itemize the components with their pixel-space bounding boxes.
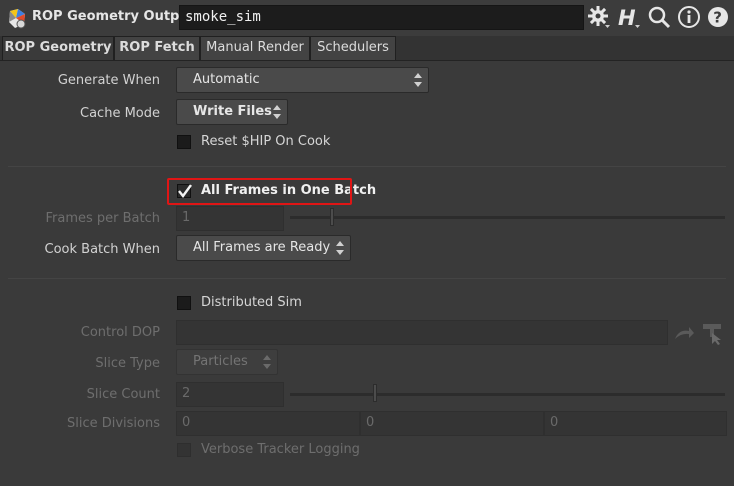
cache-mode-value: Write Files (193, 104, 272, 119)
menu-arrows-icon (336, 241, 344, 255)
info-icon[interactable] (677, 5, 701, 29)
section-divider (8, 166, 726, 167)
slice-type-label: Slice Type (95, 356, 160, 371)
menu-arrows-icon (414, 73, 422, 87)
section-divider (8, 278, 726, 279)
control-dop-field[interactable] (176, 320, 668, 345)
houdini-help-icon[interactable]: H (617, 5, 641, 29)
slice-divisions-y-field[interactable]: 0 (360, 411, 544, 436)
frames-per-batch-slider[interactable] (290, 216, 725, 219)
tab-rop-geometry[interactable]: ROP Geometry (2, 36, 114, 60)
tab-manual-render[interactable]: Manual Render (200, 36, 310, 60)
slice-divisions-x-field[interactable]: 0 (176, 411, 360, 436)
slider-handle[interactable] (330, 208, 334, 226)
slice-count-label: Slice Count (86, 387, 160, 402)
jump-to-node-icon[interactable] (673, 323, 695, 343)
verbose-logging-label: Verbose Tracker Logging (201, 442, 360, 457)
generate-when-label: Generate When (57, 73, 160, 88)
control-dop-label: Control DOP (80, 325, 160, 340)
slider-handle[interactable] (373, 384, 377, 402)
reset-hip-checkbox[interactable] (177, 135, 191, 149)
menu-arrows-icon (273, 105, 281, 119)
cook-batch-when-menu[interactable]: All Frames are Ready (176, 235, 351, 261)
cache-mode-label: Cache Mode (80, 106, 160, 121)
search-icon[interactable] (647, 5, 671, 29)
generate-when-menu[interactable]: Automatic (176, 67, 429, 93)
slice-count-slider[interactable] (290, 393, 725, 396)
tab-rop-fetch[interactable]: ROP Fetch (114, 36, 200, 60)
reset-hip-label: Reset $HIP On Cook (201, 134, 331, 149)
node-type-label: ROP Geometry Output (32, 9, 195, 24)
highlight-box (167, 178, 352, 205)
svg-text:?: ? (713, 9, 722, 27)
tab-schedulers[interactable]: Schedulers (310, 36, 396, 60)
help-icon[interactable]: ? (706, 5, 730, 29)
menu-arrows-icon (263, 355, 271, 369)
cook-batch-when-label: Cook Batch When (44, 242, 160, 257)
verbose-logging-checkbox[interactable] (177, 443, 191, 457)
svg-text:H: H (618, 6, 636, 29)
distributed-sim-checkbox[interactable] (177, 296, 191, 310)
generate-when-value: Automatic (193, 72, 260, 87)
slice-divisions-label: Slice Divisions (66, 416, 160, 431)
distributed-sim-label: Distributed Sim (201, 295, 302, 310)
gear-icon[interactable] (587, 5, 611, 29)
frames-per-batch-label: Frames per Batch (45, 211, 160, 226)
cook-batch-when-value: All Frames are Ready (193, 240, 331, 255)
slice-type-menu[interactable]: Particles (176, 349, 278, 375)
parameter-header: ROP Geometry Output smoke_sim H ? (0, 0, 734, 36)
slice-type-value: Particles (193, 354, 248, 369)
slice-count-field[interactable]: 2 (176, 382, 284, 407)
slice-divisions-z-field[interactable]: 0 (544, 411, 727, 436)
tab-bar: ROP Geometry ROP Fetch Manual Render Sch… (0, 36, 734, 60)
frames-per-batch-field[interactable]: 1 (176, 206, 284, 231)
node-chooser-icon[interactable] (700, 321, 726, 345)
node-name-field[interactable]: smoke_sim (179, 5, 584, 30)
rop-geometry-node-icon[interactable] (7, 8, 29, 30)
cache-mode-menu[interactable]: Write Files (176, 99, 288, 125)
